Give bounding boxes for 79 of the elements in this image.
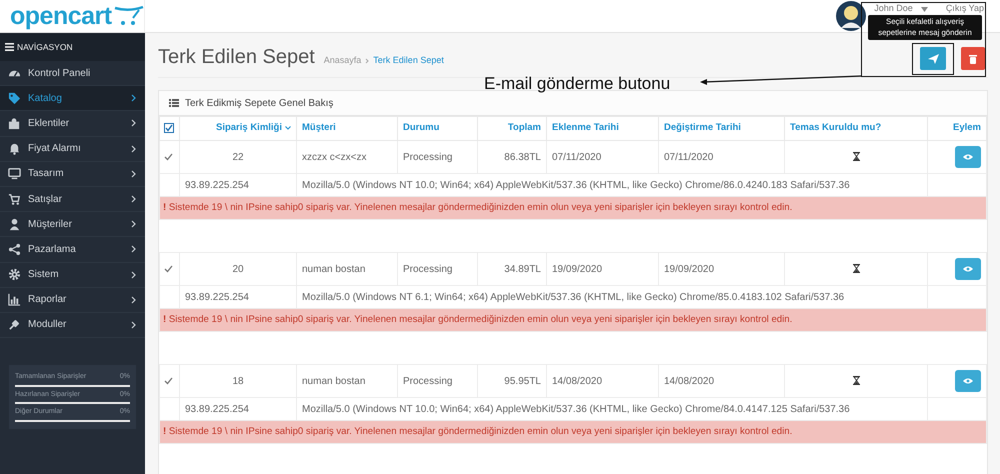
- puzzle-icon: [8, 116, 21, 130]
- eye-icon: [963, 154, 973, 160]
- ip-address: 93.89.225.254: [185, 180, 249, 190]
- check-mark-icon[interactable]: [164, 264, 173, 273]
- column-header: Eklenme Tarihi: [552, 122, 619, 134]
- ip-address: 93.89.225.254: [185, 404, 249, 414]
- sidebar-item[interactable]: Katalog: [0, 86, 145, 112]
- sidebar-item[interactable]: Sistem: [0, 262, 145, 288]
- cart-icon: [8, 192, 21, 206]
- table-cell: numan bostan: [302, 264, 366, 274]
- alert-message: ! Sistemde 19 \ nin IPsine sahip0 sipariş var. Yinelenen mesajlar göndermediğinizden emin olun veya yeni siparişler için bekleyen sırayı kontrol edin.: [163, 424, 792, 439]
- ip-address: 93.89.225.254: [185, 292, 249, 302]
- monitor-icon: [8, 167, 21, 180]
- sidebar-item[interactable]: Müşteriler: [0, 212, 145, 238]
- table-cell: 95.95TL: [504, 376, 541, 386]
- trash-icon: [969, 54, 977, 64]
- sidebar-item[interactable]: Fiyat Alarmı: [0, 136, 145, 162]
- table-cell: 18: [232, 376, 244, 386]
- page-title: Terk Edilen Sepet: [158, 45, 315, 69]
- sidebar-item[interactable]: Moduller: [0, 312, 145, 338]
- table-cell: 07/11/2020: [664, 152, 714, 162]
- eye-icon: [963, 378, 973, 384]
- panel-title: Terk Edikmiş Sepete Genel Bakış: [185, 96, 334, 110]
- view-button[interactable]: [955, 146, 981, 168]
- column-header: Toplam: [508, 122, 541, 134]
- sidebar-heading: NAVİGASYON: [17, 40, 73, 54]
- table-cell: 14/08/2020: [664, 376, 714, 386]
- column-header: Temas Kuruldu mu?: [790, 122, 882, 134]
- user-agent: Mozilla/5.0 (Windows NT 10.0; Win64; x64) AppleWebKit/537.36 (KHTML, like Gecko) Chrome/86.0.4240.183 Safari/537.36: [302, 180, 850, 190]
- delete-button[interactable]: [961, 47, 985, 70]
- checkbox[interactable]: [164, 122, 174, 133]
- sidebar-item[interactable]: Satışlar: [0, 186, 145, 212]
- table-cell: Processing: [403, 152, 452, 162]
- sidebar-item[interactable]: Eklentiler: [0, 111, 145, 137]
- check-mark-icon[interactable]: [164, 376, 173, 385]
- send-button[interactable]: [920, 47, 946, 70]
- logout-link[interactable]: Çıkış Yap: [946, 2, 984, 16]
- paper-plane-icon: [928, 54, 938, 64]
- user-agent: Mozilla/5.0 (Windows NT 6.1; Win64; x64) AppleWebKit/537.36 (KHTML, like Gecko) Chrome/85.0.4183.102 Safari/537.36: [302, 292, 844, 302]
- breadcrumb-separator-icon: [365, 58, 370, 64]
- list-icon: [169, 99, 179, 107]
- sort-caret-icon: [285, 126, 291, 130]
- table-cell: Processing: [403, 376, 452, 386]
- table-cell: 07/11/2020: [552, 152, 602, 162]
- table-cell: 86.38TL: [504, 152, 541, 162]
- column-header: Değiştirme Tarihi: [664, 122, 741, 134]
- eye-icon: [963, 266, 973, 272]
- alert-message: ! Sistemde 19 \ nin IPsine sahip0 sipariş var. Yinelenen mesajlar göndermediğinizden emin olun veya yeni siparişler için bekleyen sırayı kontrol edin.: [163, 312, 792, 327]
- person-icon: [8, 218, 21, 231]
- table-cell: 34.89TL: [504, 264, 541, 274]
- avatar[interactable]: [836, 1, 866, 31]
- column-header: Eylem: [953, 122, 981, 134]
- sidebar-item[interactable]: Tasarım: [0, 162, 145, 187]
- view-button[interactable]: [955, 258, 981, 280]
- share-icon: [8, 242, 21, 256]
- table-cell: 19/09/2020: [552, 264, 602, 274]
- table-cell: 19/09/2020: [664, 264, 714, 274]
- check-mark-icon[interactable]: [164, 152, 173, 161]
- table-cell: 14/08/2020: [552, 376, 602, 386]
- alert-message: ! Sistemde 19 \ nin IPsine sahip0 sipariş var. Yinelenen mesajlar göndermediğinizden emin olun veya yeni siparişler için bekleyen sırayı kontrol edin.: [163, 200, 792, 215]
- menu-icon[interactable]: [5, 43, 14, 51]
- user-agent: Mozilla/5.0 (Windows NT 10.0; Win64; x64) AppleWebKit/537.36 (KHTML, like Gecko) Chrome/84.0.4147.125 Safari/537.36: [302, 404, 850, 414]
- table-cell: numan bostan: [302, 376, 366, 386]
- annotation-label: E-mail gönderme butonu: [484, 73, 670, 95]
- gear-icon: [8, 268, 21, 282]
- table-cell: Processing: [403, 264, 452, 274]
- table-cell: xzczx c<zx<zx: [302, 152, 366, 162]
- table-cell: 22: [232, 152, 244, 162]
- column-header: Müşteri: [302, 122, 336, 134]
- caret-icon: [920, 6, 928, 12]
- column-header: Durumu: [403, 122, 440, 134]
- tag-icon: [8, 92, 21, 105]
- bell-icon: [8, 142, 21, 156]
- cart-icon: [114, 5, 144, 27]
- sidebar-item[interactable]: Pazarlama: [0, 237, 145, 262]
- table-cell: 20: [232, 264, 244, 274]
- bar-chart-icon: [8, 293, 21, 306]
- view-button[interactable]: [955, 370, 981, 392]
- sidebar-item[interactable]: Raporlar: [0, 288, 145, 313]
